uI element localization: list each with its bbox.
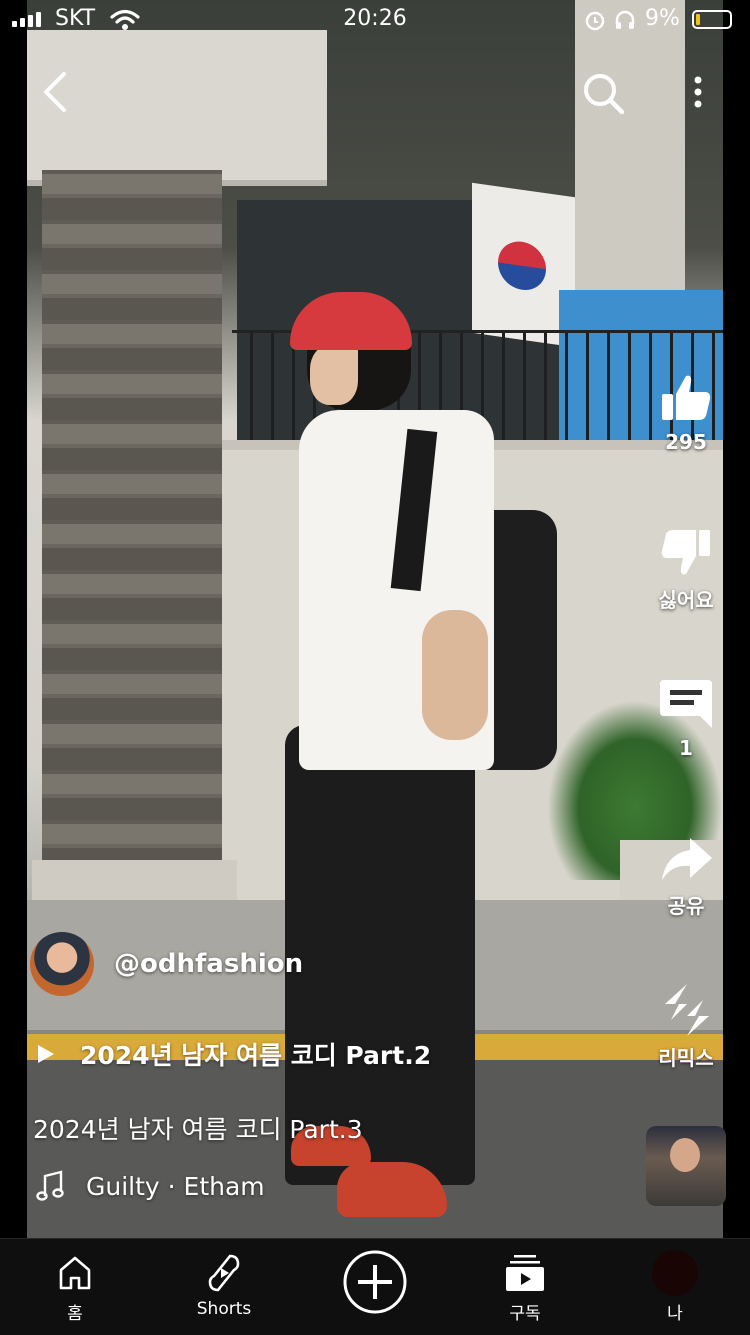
subscriptions-icon: [506, 1255, 544, 1291]
nav-me-label: 나: [667, 1304, 683, 1324]
music-link[interactable]: Guilty · Etham: [36, 1170, 265, 1202]
nav-home-label: 홈: [67, 1304, 83, 1324]
back-icon[interactable]: [38, 70, 72, 114]
share-button[interactable]: 공유: [640, 834, 732, 919]
share-label: 공유: [667, 894, 705, 918]
video-title[interactable]: 2024년 남자 여름 코디 Part.3: [33, 1110, 363, 1146]
share-icon: [662, 838, 712, 880]
nav-shorts-label: Shorts: [196, 1299, 252, 1319]
nav-me[interactable]: 나: [615, 1250, 735, 1324]
sound-thumbnail[interactable]: [646, 1126, 726, 1206]
nav-create[interactable]: [315, 1249, 435, 1320]
nav-subscriptions-label: 구독: [509, 1304, 541, 1324]
scene-stone-pillar: [42, 170, 222, 870]
playlist-title: 2024년 남자 여름 코디 Part.2: [80, 1041, 432, 1070]
comment-icon: [660, 680, 712, 728]
person-arm: [422, 610, 488, 740]
status-bar: SKT 20:26 9%: [0, 0, 750, 40]
nav-shorts[interactable]: Shorts: [164, 1251, 284, 1319]
dislike-label: 싫어요: [658, 588, 714, 612]
channel-row[interactable]: @odhfashion: [30, 932, 303, 996]
nav-subscriptions[interactable]: 구독: [465, 1251, 585, 1324]
battery-icon: [692, 10, 732, 29]
playlist-link[interactable]: 2024년 남자 여름 코디 Part.2: [38, 1036, 431, 1072]
search-icon[interactable]: [580, 70, 626, 116]
shorts-icon: [208, 1254, 240, 1292]
scene-awning: [27, 30, 327, 186]
nav-home[interactable]: 홈: [15, 1251, 135, 1324]
comments-button[interactable]: 1: [640, 676, 732, 760]
play-icon: [38, 1045, 54, 1063]
create-plus-icon: [343, 1250, 407, 1314]
battery-percent: 9%: [645, 6, 680, 31]
person-face: [310, 345, 358, 405]
channel-avatar[interactable]: [30, 932, 94, 996]
remix-label: 리믹스: [658, 1046, 714, 1070]
bottom-nav: 홈 Shorts 구독 나: [0, 1238, 750, 1335]
like-button[interactable]: 295: [640, 370, 732, 454]
scene-column: [575, 0, 685, 290]
music-note-icon: [36, 1170, 64, 1201]
music-title: Guilty · Etham: [86, 1171, 265, 1201]
more-vertical-icon[interactable]: [688, 74, 708, 114]
like-count: 295: [665, 430, 707, 454]
dislike-button[interactable]: 싫어요: [640, 524, 732, 613]
remix-icon: [665, 984, 709, 1036]
headphones-icon: [615, 10, 635, 29]
channel-handle[interactable]: @odhfashion: [114, 949, 303, 979]
comment-count: 1: [679, 736, 693, 760]
thumbs-up-icon: [662, 375, 711, 420]
clock: 20:26: [343, 6, 407, 31]
thumbs-down-icon: [661, 530, 710, 575]
home-icon: [59, 1256, 91, 1290]
profile-avatar: [652, 1250, 698, 1296]
alarm-icon: [585, 11, 605, 31]
remix-button[interactable]: 리믹스: [640, 982, 732, 1071]
